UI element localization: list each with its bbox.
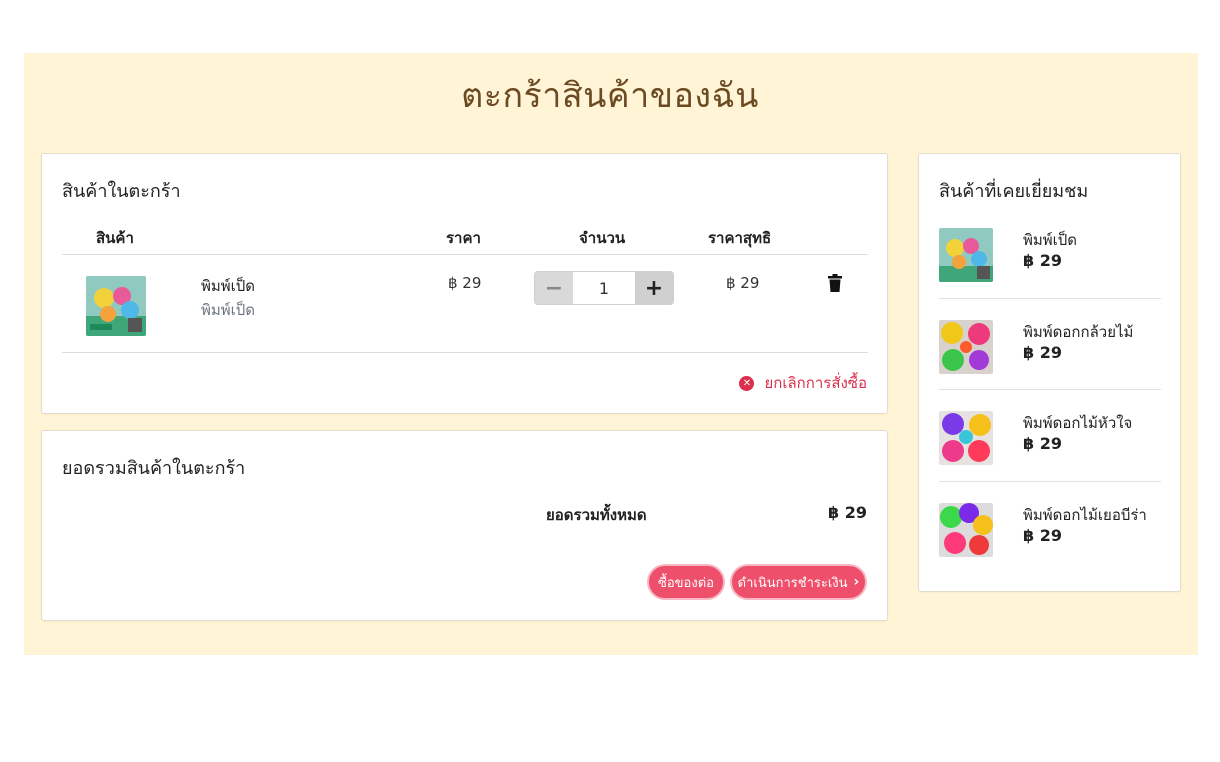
cancel-order-link[interactable]: ✕ ยกเลิกการสั่งซื้อ [739,371,867,395]
continue-shopping-button[interactable]: ซื้อของต่อ [647,564,725,600]
cart-card: สินค้าในตะกร้า สินค้า ราคา จำนวน ราคาสุท… [41,153,888,414]
total-label: ยอดรวมทั้งหมด [546,506,647,524]
table-divider [62,254,868,255]
visited-item-price: ฿ 29 [1023,434,1062,453]
chevron-right-icon: › [853,574,860,590]
product-name[interactable]: พิมพ์เป็ด [201,274,255,298]
summary-card: ยอดรวมสินค้าในตะกร้า ยอดรวมทั้งหมด ฿ 29 … [41,430,888,621]
visited-item[interactable]: พิมพ์ดอกไม้หัวใจ ฿ 29 [939,411,1161,501]
cart-title: สินค้าในตะกร้า [62,181,181,202]
visited-divider [939,298,1161,299]
quantity-stepper: − + [534,271,674,305]
visited-item-image[interactable] [939,411,993,465]
continue-shopping-label: ซื้อของต่อ [658,575,714,591]
visited-item[interactable]: พิมพ์ดอกกล้วยไม้ ฿ 29 [939,320,1161,410]
visited-item-name[interactable]: พิมพ์ดอกกล้วยไม้ [1023,320,1133,344]
visited-item-image[interactable] [939,503,993,557]
increase-quantity-button[interactable]: + [635,272,673,304]
visited-divider [939,389,1161,390]
quantity-input[interactable] [573,272,635,304]
summary-title: ยอดรวมสินค้าในตะกร้า [62,458,246,479]
product-subtitle: พิมพ์เป็ด [201,301,256,319]
header-price: ราคา [446,229,481,247]
product-net-price: ฿ 29 [726,274,760,292]
visited-item-price: ฿ 29 [1023,343,1062,362]
visited-item[interactable]: พิมพ์ดอกไม้เยอบีร่า ฿ 29 [939,503,1161,593]
header-net-price: ราคาสุทธิ [708,229,772,247]
visited-item-image[interactable] [939,228,993,282]
row-divider [62,352,868,353]
visited-products-card: สินค้าที่เคยเยี่ยมชม พิมพ์เป็ด ฿ 29 พิมพ… [918,153,1181,592]
visited-item[interactable]: พิมพ์เป็ด ฿ 29 [939,228,1161,318]
close-circle-icon: ✕ [739,375,755,391]
visited-item-name[interactable]: พิมพ์ดอกไม้เยอบีร่า [1023,503,1147,527]
product-price: ฿ 29 [448,274,482,292]
checkout-label: ดำเนินการชำระเงิน [737,575,848,591]
checkout-button[interactable]: ดำเนินการชำระเงิน › [730,564,867,600]
visited-item-name[interactable]: พิมพ์ดอกไม้หัวใจ [1023,411,1132,435]
visited-item-name[interactable]: พิมพ์เป็ด [1023,228,1077,252]
cancel-order-label: ยกเลิกการสั่งซื้อ [764,374,867,392]
visited-divider [939,481,1161,482]
header-quantity: จำนวน [579,229,626,247]
trash-icon[interactable] [827,274,843,292]
product-image[interactable] [86,276,146,336]
visited-item-image[interactable] [939,320,993,374]
decrease-quantity-button[interactable]: − [535,272,573,304]
page-title: ตะกร้าสินค้าของฉัน [461,76,759,116]
visited-title: สินค้าที่เคยเยี่ยมชม [939,181,1089,202]
visited-item-price: ฿ 29 [1023,526,1062,545]
header-product: สินค้า [96,229,134,247]
total-value: ฿ 29 [828,503,867,522]
visited-item-price: ฿ 29 [1023,251,1062,270]
